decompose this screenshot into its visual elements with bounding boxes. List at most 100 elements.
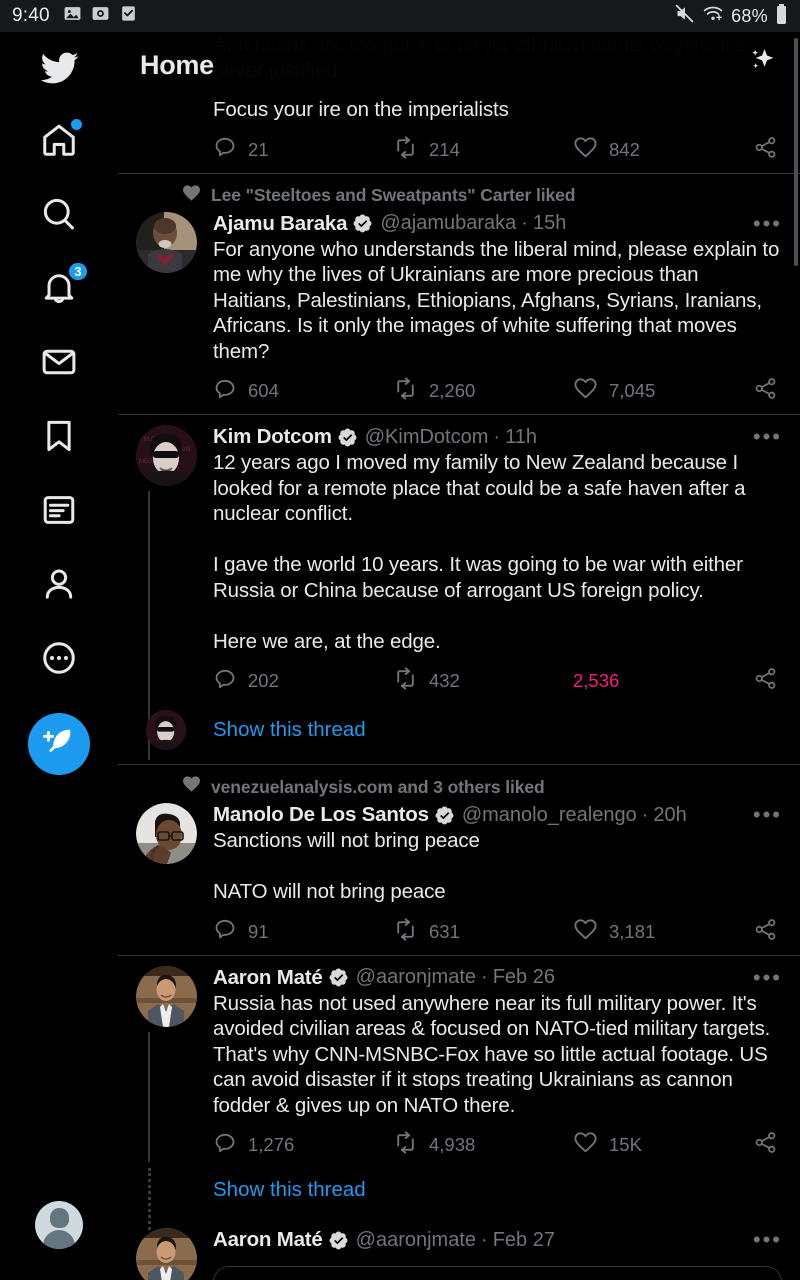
- sidebar-item-lists[interactable]: [30, 483, 88, 541]
- display-name[interactable]: Kim Dotcom: [213, 425, 332, 449]
- reply-action[interactable]: 91: [213, 917, 393, 946]
- media-card-preview[interactable]: [213, 1266, 782, 1280]
- avatar-column: [136, 710, 200, 750]
- avatar[interactable]: [136, 211, 197, 273]
- tweet-header: Aaron Maté @aaronjmate · Feb 27 •••: [213, 1228, 782, 1252]
- sidebar-item-profile[interactable]: [30, 557, 88, 615]
- tweet-header: Kim Dotcom @KimDotcom · 11h •••: [213, 425, 782, 449]
- show-thread-link[interactable]: Show this thread: [213, 1178, 366, 1201]
- share-action[interactable]: [753, 135, 778, 165]
- like-action[interactable]: 2,536: [573, 670, 753, 692]
- timestamp: Feb 27: [492, 1228, 555, 1251]
- retweet-count: 2,260: [429, 380, 476, 401]
- more-circle-icon: [40, 639, 78, 682]
- share-action[interactable]: [753, 917, 778, 947]
- retweet-count: 4,938: [429, 1134, 476, 1155]
- reply-action[interactable]: 21: [213, 135, 393, 164]
- avatar[interactable]: [136, 965, 197, 1027]
- sparkle-icon[interactable]: [740, 44, 778, 87]
- handle[interactable]: @ajamubaraka: [380, 212, 516, 235]
- list-icon: [40, 491, 78, 534]
- display-name[interactable]: Aaron Maté: [213, 1228, 323, 1252]
- retweet-action[interactable]: 214: [393, 135, 573, 165]
- like-count: 842: [609, 138, 640, 160]
- retweet-action[interactable]: 4,938: [393, 1130, 573, 1160]
- app-header: Home: [118, 32, 800, 98]
- feather-plus-icon: [42, 725, 76, 764]
- show-thread-link[interactable]: Show this thread: [200, 718, 366, 741]
- verified-badge-icon: [337, 427, 358, 448]
- like-action[interactable]: 3,181: [573, 917, 753, 947]
- share-action[interactable]: [753, 666, 778, 696]
- separator: ·: [481, 966, 488, 988]
- tweet-card[interactable]: Lee "Steeltoes and Sweatpants" Carter li…: [118, 174, 800, 415]
- verified-badge-icon: [434, 805, 455, 826]
- reply-action[interactable]: 202: [213, 667, 393, 696]
- reply-action[interactable]: 604: [213, 377, 393, 406]
- tweet-card[interactable]: TRUTH PLUG MEGA Kim Dotcom @KimDotcom · …: [118, 415, 800, 764]
- battery-icon: [775, 3, 788, 30]
- avatar[interactable]: TRUTH PLUG MEGA: [136, 425, 197, 486]
- sidebar-item-more[interactable]: [30, 631, 88, 689]
- share-action[interactable]: [753, 376, 778, 406]
- like-action[interactable]: 15K: [573, 1130, 753, 1160]
- status-bar: 9:40 68%: [0, 0, 800, 32]
- like-action[interactable]: 842: [573, 135, 753, 165]
- timestamp: Feb 26: [492, 966, 555, 988]
- handle[interactable]: @KimDotcom: [365, 426, 489, 449]
- envelope-icon: [40, 343, 78, 386]
- handle[interactable]: @manolo_realengo: [462, 804, 637, 827]
- compose-tweet-button[interactable]: [28, 713, 90, 775]
- sidebar-item-explore[interactable]: [30, 187, 88, 245]
- more-options-icon[interactable]: •••: [743, 212, 782, 234]
- more-options-icon[interactable]: •••: [743, 804, 782, 826]
- retweet-action[interactable]: 432: [393, 666, 573, 696]
- share-icon: [753, 666, 778, 696]
- tweet-card[interactable]: Aaron Maté @aaronjmate · Feb 26 ••• Russ…: [118, 956, 800, 1230]
- notifications-badge: 3: [67, 261, 89, 282]
- more-options-icon[interactable]: •••: [743, 1229, 782, 1251]
- reply-action[interactable]: 1,276: [213, 1131, 393, 1160]
- tweet-card[interactable]: venezuelanalysis.com and 3 others liked: [118, 765, 800, 955]
- more-options-icon[interactable]: •••: [743, 426, 782, 448]
- wifi-icon: [702, 3, 724, 29]
- timeline-feed[interactable]: Americans are too quick to target ethnic…: [118, 32, 800, 1280]
- vertical-scrollbar[interactable]: [794, 38, 798, 266]
- heart-icon: [573, 1130, 598, 1160]
- handle[interactable]: @aaronjmate: [356, 1229, 476, 1252]
- tweet-card[interactable]: Aaron Maté @aaronjmate · Feb 27 •••: [118, 1220, 800, 1280]
- avatar-column: [136, 211, 200, 407]
- sidebar-item-twitter-logo[interactable]: [30, 41, 88, 99]
- social-context: venezuelanalysis.com and 3 others liked: [136, 775, 782, 799]
- sidebar-item-home[interactable]: [30, 113, 88, 171]
- share-icon: [753, 917, 778, 947]
- verified-badge-icon: [352, 213, 373, 234]
- reply-icon: [213, 1131, 237, 1160]
- bookmark-icon: [40, 417, 78, 460]
- like-count: 15K: [609, 1134, 642, 1155]
- retweet-icon: [393, 666, 418, 696]
- share-icon: [753, 1130, 778, 1160]
- share-action[interactable]: [753, 1130, 778, 1160]
- retweet-action[interactable]: 2,260: [393, 376, 573, 406]
- reply-icon: [213, 667, 237, 696]
- avatar[interactable]: [146, 710, 186, 750]
- sidebar-item-bookmarks[interactable]: [30, 409, 88, 467]
- like-action[interactable]: 7,045: [573, 376, 753, 406]
- display-name[interactable]: Aaron Maté: [213, 966, 323, 990]
- display-name[interactable]: Manolo De Los Santos: [213, 803, 429, 827]
- avatar[interactable]: [136, 803, 197, 864]
- sidebar-item-messages[interactable]: [30, 335, 88, 393]
- retweet-count: 631: [429, 920, 460, 942]
- retweet-action[interactable]: 631: [393, 917, 573, 947]
- show-thread-row[interactable]: Show this thread: [136, 710, 782, 764]
- more-options-icon[interactable]: •••: [743, 966, 782, 988]
- retweet-count: 214: [429, 138, 460, 160]
- like-count: 2,536: [573, 670, 620, 691]
- avatar[interactable]: [136, 1228, 197, 1280]
- sidebar-account-avatar[interactable]: [30, 1196, 88, 1254]
- display-name[interactable]: Ajamu Baraka: [213, 212, 348, 236]
- sidebar-item-notifications[interactable]: 3: [30, 261, 89, 319]
- handle[interactable]: @aaronjmate: [356, 966, 476, 989]
- separator: ·: [481, 1228, 488, 1251]
